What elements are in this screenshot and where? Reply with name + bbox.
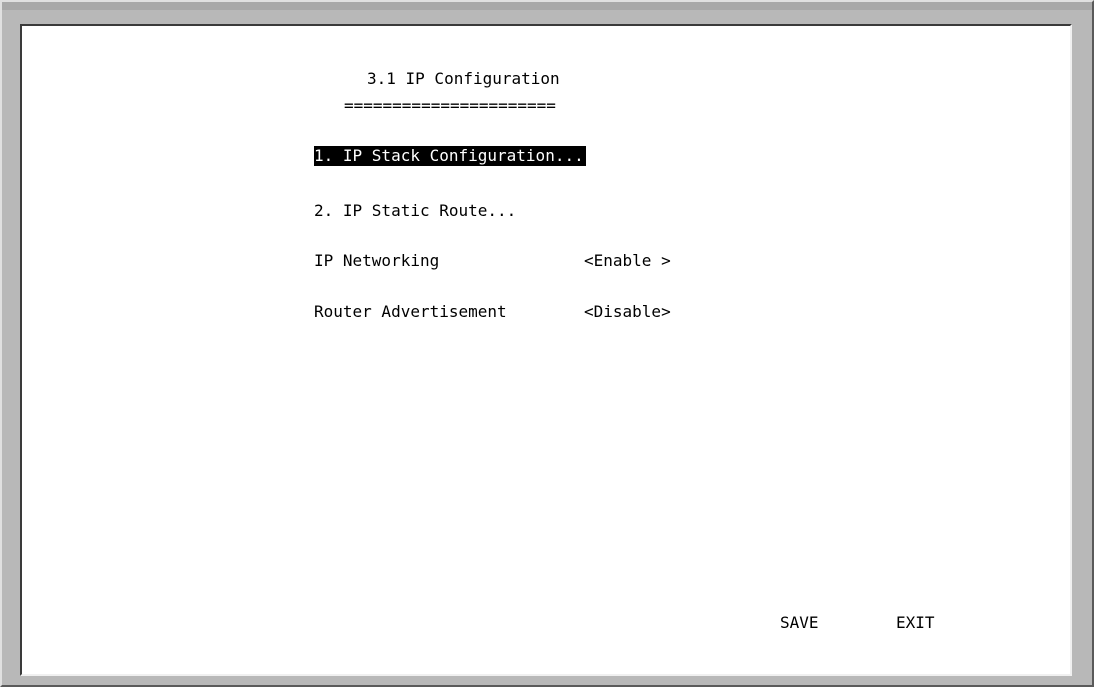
terminal-screen: 3.1 IP Configuration ===================… (20, 24, 1072, 676)
page-title: 3.1 IP Configuration (367, 69, 560, 88)
menu-item-ip-stack-configuration[interactable]: 1. IP Stack Configuration... (314, 146, 586, 166)
router-advertisement-label: Router Advertisement (314, 302, 507, 321)
ip-networking-toggle[interactable]: <Enable > (584, 251, 671, 271)
router-advertisement-toggle[interactable]: <Disable> (584, 302, 671, 322)
title-underline: ====================== (344, 96, 556, 115)
menu-item-ip-static-route[interactable]: 2. IP Static Route... (314, 201, 516, 221)
console-window: 3.1 IP Configuration ===================… (0, 0, 1094, 687)
exit-button[interactable]: EXIT (896, 613, 935, 633)
save-button[interactable]: SAVE (780, 613, 819, 633)
ip-networking-label: IP Networking (314, 251, 440, 270)
